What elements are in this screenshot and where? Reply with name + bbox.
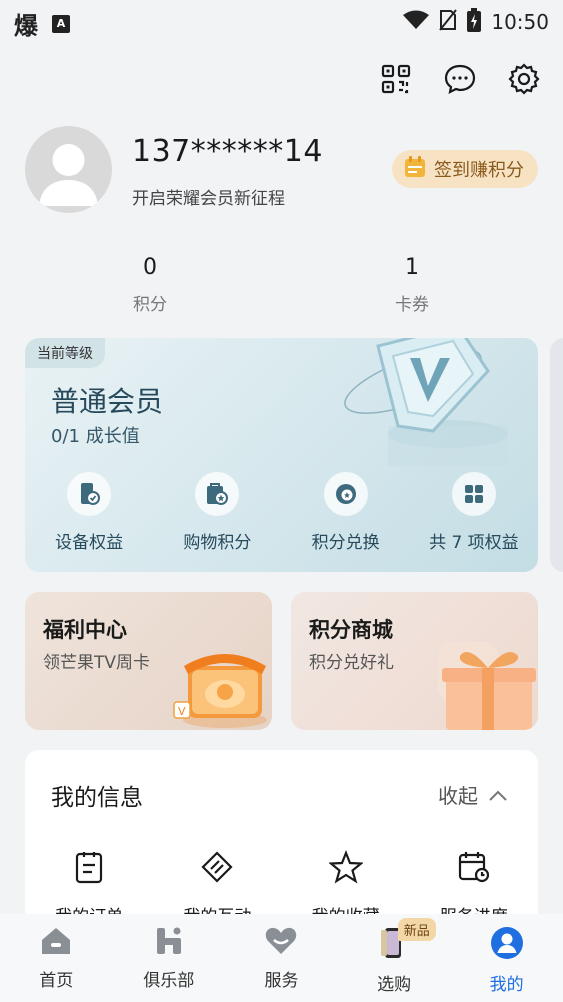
nav-label: 首页 <box>39 971 74 991</box>
status-app-glyph: 爆 <box>14 12 38 40</box>
calendar-gift-icon <box>404 155 426 183</box>
nav-club[interactable]: 俱乐部 <box>113 914 226 1002</box>
benefit-device[interactable]: 设备权益 <box>25 472 153 553</box>
nav-mine[interactable]: 我的 <box>450 914 563 1002</box>
status-time: 10:50 <box>491 10 549 34</box>
coupons-value: 1 <box>405 255 419 280</box>
profile-subtitle: 开启荣耀会员新征程 <box>132 189 285 209</box>
benefits-row: 设备权益 购物积分 积分兑换 共 7 项权益 <box>25 472 538 553</box>
status-bar: 爆 A 10:50 <box>0 0 563 40</box>
avatar[interactable] <box>25 126 112 213</box>
points-stat[interactable]: 0 积分 <box>90 255 210 315</box>
promo-subtitle: 领芒果TV周卡 <box>43 653 151 673</box>
nav-home[interactable]: 首页 <box>0 914 113 1002</box>
battery-icon <box>467 8 482 36</box>
device-icon <box>67 472 112 516</box>
calendar-clock-icon <box>457 850 491 888</box>
benefit-label: 积分兑换 <box>311 533 380 553</box>
promo-title: 福利中心 <box>43 618 127 642</box>
membership-card[interactable]: 当前等级 普通会员 0/1 成长值 设备权益 购物积分 积分兑换 共 7 项权益 <box>25 338 538 572</box>
user-icon <box>490 926 524 964</box>
level-name: 普通会员 <box>51 385 164 418</box>
checkin-label: 签到赚积分 <box>434 160 524 181</box>
benefit-label: 共 7 项权益 <box>429 533 519 553</box>
no-sim-icon <box>439 9 458 35</box>
qr-code-icon[interactable] <box>379 62 413 96</box>
nav-label: 我的 <box>489 975 524 995</box>
points-value: 0 <box>143 255 157 280</box>
heart-icon <box>264 926 298 960</box>
collapse-button[interactable]: 收起 <box>438 780 508 809</box>
coupons-label: 卡券 <box>395 295 429 315</box>
growth-value: 0/1 成长值 <box>51 426 140 447</box>
shopping-icon <box>195 472 240 516</box>
benefit-label: 设备权益 <box>55 533 124 553</box>
bottom-nav: 首页 俱乐部 服务 新品 选购 我的 <box>0 914 563 1002</box>
next-card-peek[interactable] <box>550 338 563 572</box>
chevron-up-icon <box>488 783 508 807</box>
status-a-icon: A <box>52 14 70 33</box>
benefit-exchange[interactable]: 积分兑换 <box>282 472 410 553</box>
home-icon <box>40 926 72 960</box>
promo-title: 积分商城 <box>309 618 393 642</box>
nav-label: 选购 <box>377 975 412 995</box>
points-mall-card[interactable]: 积分商城 积分兑好礼 <box>291 592 538 730</box>
grid-icon <box>451 472 496 516</box>
checkin-button[interactable]: 签到赚积分 <box>392 150 538 188</box>
welfare-center-card[interactable]: 福利中心 领芒果TV周卡 V <box>25 592 272 730</box>
coupons-stat[interactable]: 1 卡券 <box>352 255 472 315</box>
promo-subtitle: 积分兑好礼 <box>309 653 394 673</box>
message-icon[interactable] <box>443 62 477 96</box>
club-icon <box>155 926 183 960</box>
collapse-label: 收起 <box>438 784 478 808</box>
treasure-box-image: V <box>170 636 270 730</box>
nav-label: 服务 <box>264 971 299 991</box>
settings-gear-icon[interactable] <box>507 62 541 96</box>
user-phone[interactable]: 137******14 <box>132 134 323 169</box>
top-actions <box>379 62 541 96</box>
interaction-icon <box>200 850 234 888</box>
new-badge: 新品 <box>397 918 436 941</box>
benefit-shopping[interactable]: 购物积分 <box>153 472 281 553</box>
svg-text:V: V <box>178 705 186 718</box>
nav-service[interactable]: 服务 <box>225 914 338 1002</box>
my-info-title: 我的信息 <box>51 785 143 811</box>
exchange-icon <box>323 472 368 516</box>
star-icon <box>327 850 364 888</box>
gift-box-image <box>432 636 538 730</box>
order-icon <box>74 850 104 888</box>
v-badge-emblem <box>338 338 508 480</box>
nav-label: 俱乐部 <box>143 971 195 991</box>
wifi-icon <box>403 10 430 34</box>
nav-shop[interactable]: 新品 选购 <box>338 914 451 1002</box>
benefit-label: 购物积分 <box>183 533 252 553</box>
points-label: 积分 <box>133 295 167 315</box>
level-tag: 当前等级 <box>25 338 105 368</box>
benefit-all[interactable]: 共 7 项权益 <box>410 472 538 553</box>
